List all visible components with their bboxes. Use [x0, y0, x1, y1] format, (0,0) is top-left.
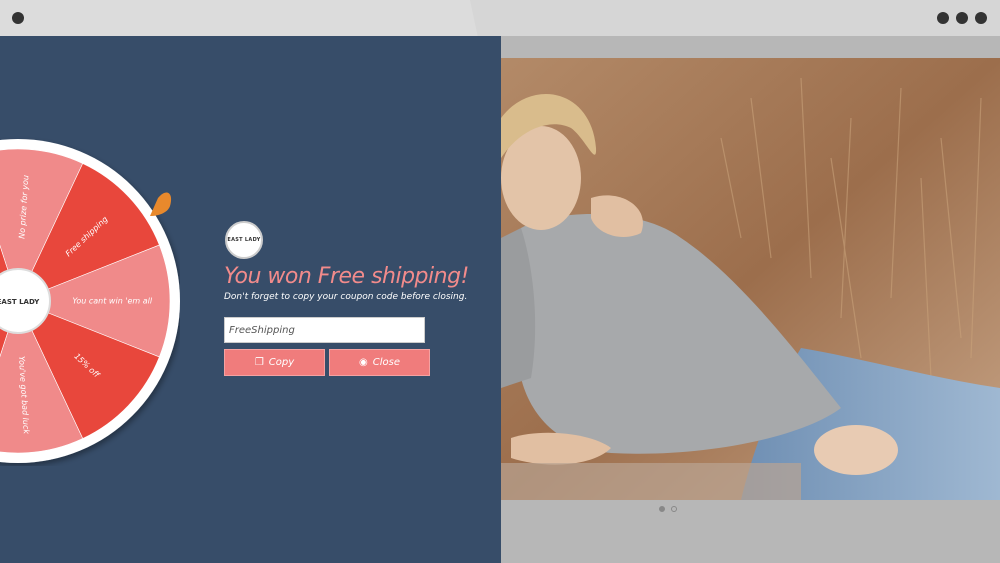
- window-dot-icon[interactable]: [937, 12, 949, 24]
- brand-logo: EAST LADY: [225, 221, 263, 259]
- prize-wheel[interactable]: No prize for you Free shippingYou cant wi…: [0, 136, 180, 466]
- carousel-dots: [659, 506, 677, 512]
- copy-button-label: Copy: [268, 357, 295, 368]
- close-circle-icon: ◉: [359, 357, 368, 368]
- coupon-code-input[interactable]: [224, 317, 425, 343]
- win-title: You won Free shipping!: [224, 264, 469, 289]
- brand-logo-text: EAST LADY: [227, 237, 261, 243]
- copy-icon: ❐: [254, 357, 264, 368]
- wheel-segment-label: You cant win 'em all: [72, 297, 153, 306]
- spin-wheel-panel: No prize for you Free shipping You cant wi…: [0, 36, 501, 563]
- window-dot-icon[interactable]: [956, 12, 968, 24]
- close-button[interactable]: ◉ Close: [329, 349, 430, 376]
- browser-titlebar: [0, 0, 1000, 36]
- carousel-dot[interactable]: [659, 506, 665, 512]
- window-dot-icon[interactable]: [975, 12, 987, 24]
- wheel-pointer-icon: [150, 192, 172, 216]
- model-photo: [501, 58, 1000, 500]
- browser-tab: [0, 0, 450, 36]
- window-dot-icon: [12, 12, 24, 24]
- close-button-label: Close: [372, 357, 400, 368]
- wheel-center-logo-text: EAST LADY: [0, 298, 40, 306]
- promo-image-panel: [501, 36, 1000, 563]
- copy-button[interactable]: ❐ Copy: [224, 349, 325, 376]
- carousel-dot[interactable]: [671, 506, 677, 512]
- browser-tab-edge: [440, 0, 478, 36]
- win-subtitle: Don't forget to copy your coupon code be…: [224, 292, 468, 302]
